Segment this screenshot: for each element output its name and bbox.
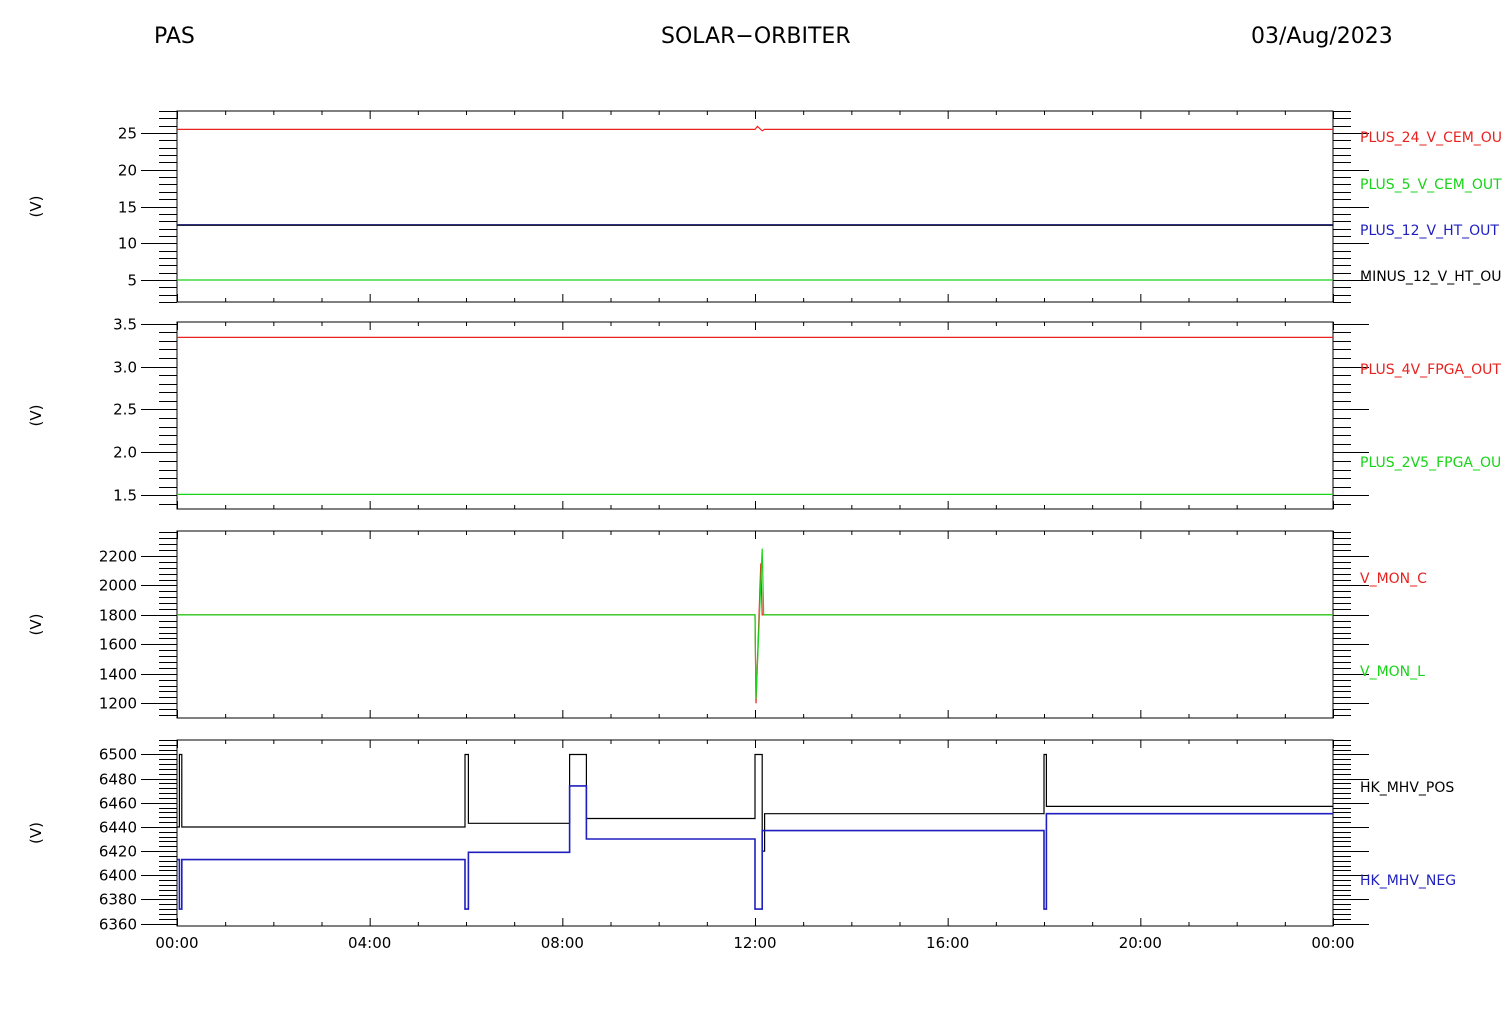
legend-label: HK_MHV_NEG [1360, 873, 1456, 889]
x-tick-label: 20:00 [1119, 934, 1162, 952]
y-tick-label: 1600 [99, 636, 137, 654]
y-tick-label: 10 [118, 235, 137, 253]
y-tick-label: 3.0 [113, 359, 137, 377]
x-tick-label: 12:00 [733, 934, 776, 952]
panel-2: 1.5 2.0 2.5 3.0 3.5 (V) PLUS_4V_FPGA_OUT PLUS_2… [27, 316, 1501, 510]
legend-label: V_MON_L [1360, 664, 1425, 680]
series-line-v-mon-l [177, 548, 1333, 699]
y-tick-label: 6480 [99, 771, 137, 789]
y-tick-label: 6360 [99, 916, 137, 934]
y-tick-label: 20 [118, 162, 137, 180]
legend-label: PLUS_5_V_CEM_OUT [1360, 177, 1502, 193]
legend-label: V_MON_C [1360, 571, 1427, 587]
x-tick-label: 16:00 [926, 934, 969, 952]
plot-frame [176, 321, 1334, 510]
panel-3: 1200 1400 1600 1800 2000 2200 (V) V_MON_C V_MON_… [27, 530, 1427, 719]
y-tick-label: 1800 [99, 607, 137, 625]
y-tick-label: 3.5 [113, 316, 137, 334]
y-axis-label: (V) [27, 614, 45, 636]
y-tick-label: 15 [118, 199, 137, 217]
x-tick-label: 00:00 [1311, 934, 1354, 952]
panel-1: 5 10 15 20 25 (V) PLUS_24_V_CEM_OU PLUS_5_V_CEM… [27, 110, 1502, 303]
y-tick-label: 2000 [99, 577, 137, 595]
y-tick-label: 2200 [99, 548, 137, 566]
y-tick-label: 6420 [99, 843, 137, 861]
y-axis-label: (V) [27, 822, 45, 844]
x-tick-label: 08:00 [541, 934, 584, 952]
y-tick-label: 6500 [99, 746, 137, 764]
y-tick-label: 6460 [99, 795, 137, 813]
legend-label: PLUS_24_V_CEM_OU [1360, 130, 1502, 146]
y-tick-label: 1200 [99, 695, 137, 713]
legend-label: PLUS_12_V_HT_OUT [1360, 223, 1499, 239]
plot-frame [176, 110, 1334, 303]
x-tick-label: 04:00 [348, 934, 391, 952]
y-tick-label: 2.0 [113, 444, 137, 462]
y-tick-label: 6400 [99, 867, 137, 885]
legend-label: HK_MHV_POS [1360, 780, 1454, 796]
legend-label: MINUS_12_V_HT_OU [1360, 269, 1502, 285]
y-tick-label: 6380 [99, 891, 137, 909]
y-tick-label: 25 [118, 125, 137, 143]
y-tick-label: 6440 [99, 819, 137, 837]
series-line-plus-24-v-cem-ou [177, 125, 1333, 132]
y-tick-label: 1.5 [113, 487, 137, 505]
series-line-hk-mhv-pos [177, 753, 1333, 852]
y-tick-label: 1400 [99, 666, 137, 684]
legend-label: PLUS_4V_FPGA_OUT [1360, 362, 1501, 378]
panel-4: 6360 6380 6400 6420 6440 6460 6480 6500 (V) HK_MH… [27, 739, 1456, 952]
y-tick-label: 2.5 [113, 401, 137, 419]
x-tick-label: 00:00 [155, 934, 198, 952]
y-axis-label: (V) [27, 196, 45, 218]
y-tick-label: 5 [127, 272, 137, 290]
legend-label: PLUS_2V5_FPGA_OU [1360, 455, 1501, 471]
y-axis-label: (V) [27, 405, 45, 427]
housekeeping-voltage-charts: 5 10 15 20 25 (V) PLUS_24_V_CEM_OU PLUS_5_V_CEM… [27, 110, 1502, 952]
